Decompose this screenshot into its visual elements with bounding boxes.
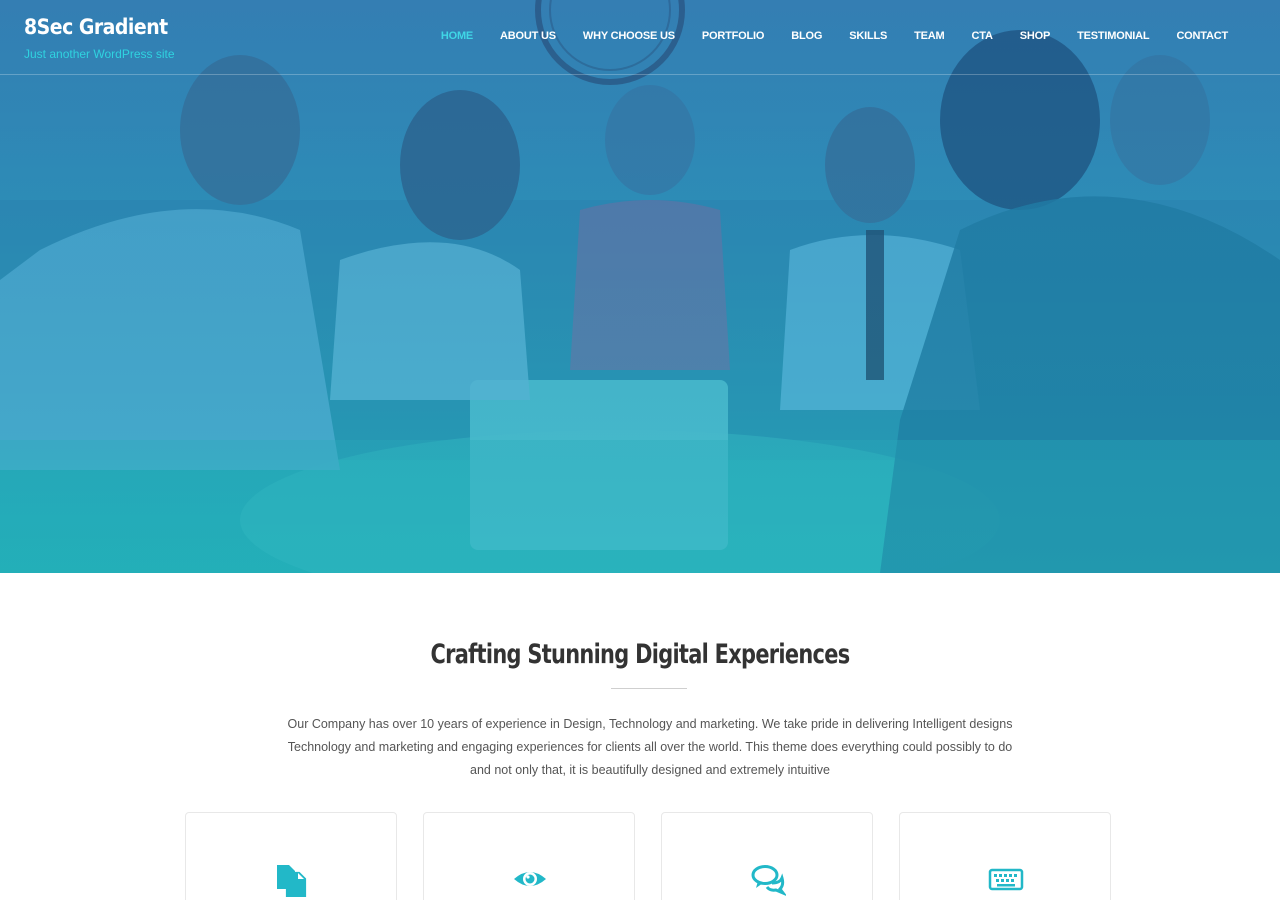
nav-item-cta[interactable]: CTA — [972, 28, 993, 44]
nav-item-skills[interactable]: SKILLS — [849, 28, 887, 44]
feature-card[interactable] — [899, 812, 1111, 900]
nav-item-team[interactable]: TEAM — [914, 28, 945, 44]
intro-text-line: Technology and marketing and engaging ex… — [287, 740, 1013, 754]
nav-item-contact[interactable]: CONTACT — [1176, 28, 1228, 44]
nav-item-portfolio[interactable]: PORTFOLIO — [702, 28, 765, 44]
hero-gradient-overlay — [0, 0, 1280, 573]
nav-item-why-choose-us[interactable]: WHY CHOOSE US — [583, 28, 675, 44]
nav-item-about-us[interactable]: ABOUT US — [500, 28, 556, 44]
documents-icon — [274, 861, 310, 899]
eye-icon — [512, 861, 548, 897]
intro-section: Crafting Stunning Digital Experiences Ou… — [0, 573, 1280, 900]
site-branding: 8Sec Gradient Just another WordPress sit… — [24, 12, 175, 61]
keyboard-icon — [988, 861, 1024, 897]
section-heading: Crafting Stunning Digital Experiences — [430, 639, 850, 670]
site-header: 8Sec Gradient Just another WordPress sit… — [0, 0, 1280, 75]
site-tagline: Just another WordPress site — [24, 47, 175, 61]
hero-banner — [0, 0, 1280, 573]
feature-cards — [185, 812, 1111, 900]
intro-text-line: and not only that, it is beautifully des… — [470, 763, 830, 777]
nav-item-home[interactable]: HOME — [441, 28, 473, 44]
nav-item-blog[interactable]: BLOG — [791, 28, 822, 44]
chat-icon — [750, 861, 788, 897]
primary-nav: HOME ABOUT US WHY CHOOSE US PORTFOLIO BL… — [414, 28, 1228, 44]
feature-card[interactable] — [423, 812, 635, 900]
nav-item-shop[interactable]: SHOP — [1020, 28, 1051, 44]
nav-item-testimonial[interactable]: TESTIMONIAL — [1077, 28, 1150, 44]
feature-card[interactable] — [185, 812, 397, 900]
intro-paragraph: Our Company has over 10 years of experie… — [270, 713, 1030, 782]
intro-text-line: Our Company has over 10 years of experie… — [287, 717, 1013, 731]
heading-divider — [611, 688, 687, 689]
feature-card[interactable] — [661, 812, 873, 900]
site-title-link[interactable]: 8Sec Gradient — [24, 12, 175, 42]
